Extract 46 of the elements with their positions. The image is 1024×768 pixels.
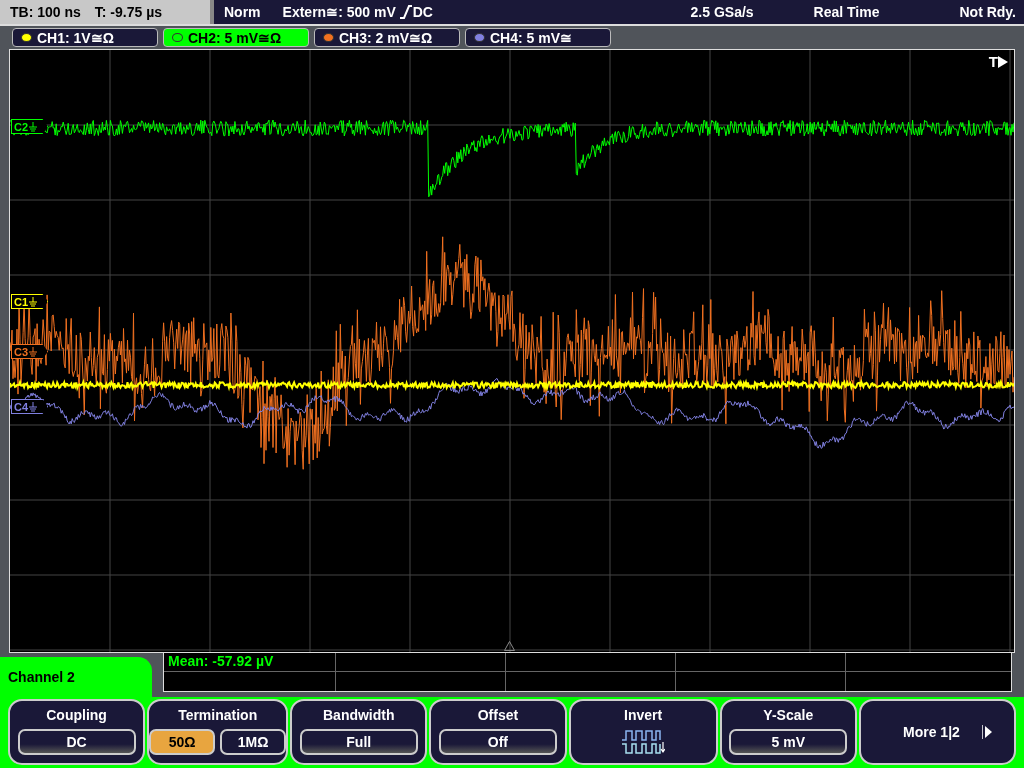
trigger-marker: T	[988, 53, 998, 70]
channel-marker[interactable]: C3	[11, 344, 49, 359]
trigger-coupling: DC	[412, 4, 433, 20]
softkey[interactable]: Coupling DC	[8, 699, 146, 765]
acquisition-mode: Real Time	[813, 4, 880, 20]
softkey[interactable]: Invert	[568, 699, 718, 765]
channel-marker[interactable]: C4	[11, 399, 49, 414]
softkey-label: Y-Scale	[763, 707, 814, 723]
ground-icon	[29, 346, 38, 357]
rising-edge-icon	[399, 5, 412, 19]
softkey[interactable]: Termination 50Ω 1MΩ	[147, 699, 289, 765]
sample-rate: 2.5 GSa/s	[690, 4, 754, 20]
acquisition-state: Not Rdy.	[959, 4, 1016, 20]
softkey[interactable]: Bandwidth Full	[290, 699, 428, 765]
channel-marker[interactable]: C2	[11, 119, 49, 134]
option-button[interactable]: 1MΩ	[220, 729, 287, 755]
value-button[interactable]: DC	[17, 729, 136, 755]
value-button[interactable]: Full	[299, 729, 418, 755]
channel-marker[interactable]: C1	[11, 294, 49, 309]
menu-title: Channel 2	[8, 669, 75, 685]
measurement-result: Mean: -57.92 µV	[167, 652, 274, 669]
next-page-icon	[981, 725, 992, 739]
channel-tab[interactable]: CH3: 2 mV≅Ω	[314, 28, 460, 47]
softkey[interactable]: Y-Scale 5 mV	[719, 699, 857, 765]
option-button[interactable]: 50Ω	[149, 729, 216, 755]
channel-tab[interactable]: CH4: 5 mV≅	[465, 28, 611, 47]
channel-tab[interactable]: CH1: 1V≅Ω	[12, 28, 158, 47]
softkey-label: Termination	[178, 707, 258, 723]
ground-icon	[29, 401, 38, 412]
softkey[interactable]: Offset Off	[429, 699, 567, 765]
timebase: TB: 100 ns	[10, 4, 81, 20]
invert-waveform-icon	[621, 729, 666, 757]
value-button[interactable]: 5 mV	[729, 729, 848, 755]
ground-icon	[29, 121, 38, 132]
arrow-right-icon	[998, 55, 1008, 68]
trigger-source: Extern≅: 500 mV	[282, 4, 396, 20]
trigger-mode: Norm	[224, 4, 261, 20]
channel-tab[interactable]: CH2: 5 mV≅Ω	[163, 28, 309, 47]
ground-icon	[29, 296, 38, 307]
softkey-label: Offset	[477, 707, 519, 723]
value-button[interactable]: Off	[438, 729, 557, 755]
softkey-label: Coupling	[46, 707, 107, 723]
softkey-label: Bandwidth	[323, 707, 395, 723]
trigger-time: T: -9.75 µs	[94, 4, 163, 20]
trigger-position-icon	[504, 641, 515, 651]
softkey[interactable]: More 1|2	[858, 699, 1017, 765]
